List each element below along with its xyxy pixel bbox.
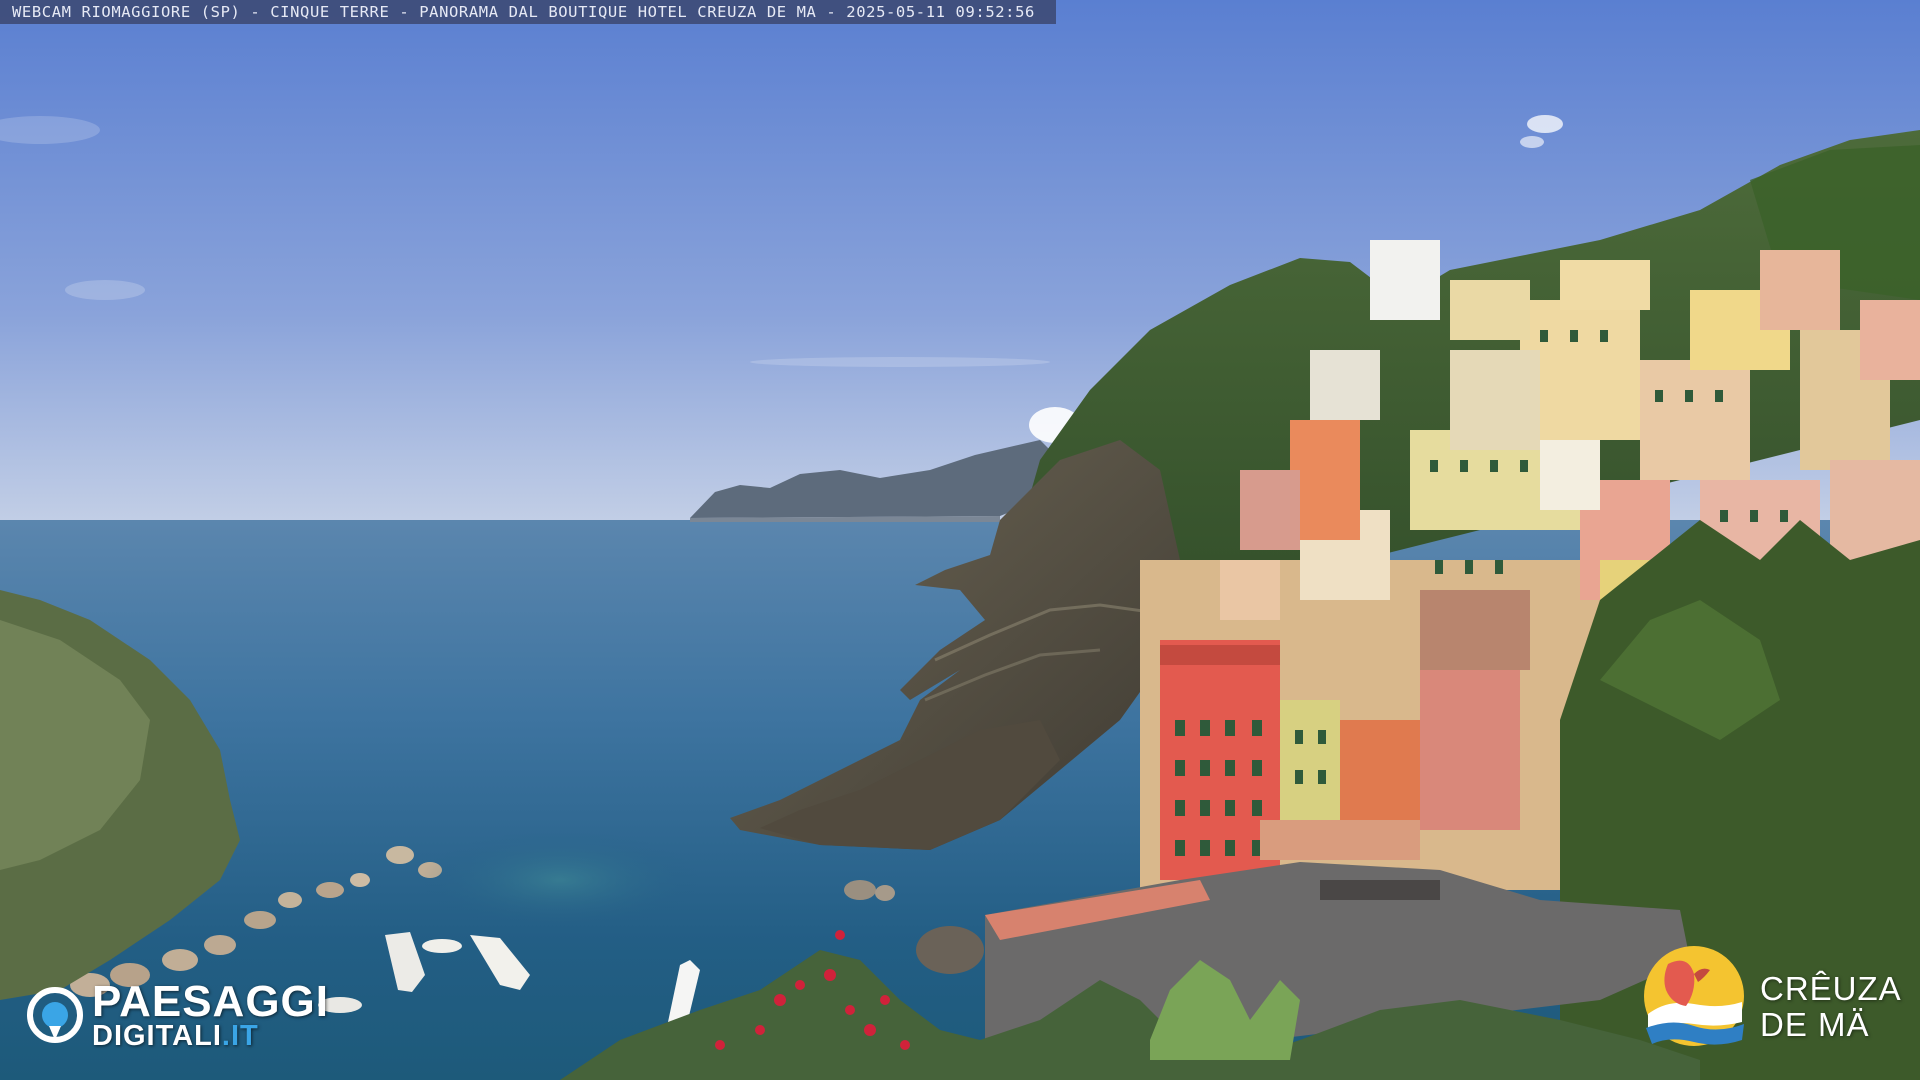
brand-line-2-main: DIGITALI	[92, 1020, 222, 1052]
brand-line-1: PAESAGGI	[92, 977, 330, 1026]
cloud	[1520, 136, 1544, 148]
webcam-scene	[0, 0, 1920, 1080]
creuza-de-ma-logo: CRÊUZA DE MÄ	[1638, 944, 1901, 1060]
brand-right-line-1: CRÊUZA	[1760, 970, 1902, 1007]
cloud	[750, 357, 1050, 367]
brand-line-2: DIGITALI.IT	[92, 1020, 259, 1052]
brand-right-line-2: DE MÄ	[1760, 1006, 1870, 1043]
webcam-caption: WEBCAM RIOMAGGIORE (SP) - CINQUE TERRE -…	[0, 0, 1056, 24]
brand-line-2-tld: .IT	[221, 1020, 259, 1052]
cloud	[65, 280, 145, 300]
paesaggi-digitali-logo: PAESAGGI DIGITALI.IT	[26, 978, 346, 1054]
cloud	[1527, 115, 1563, 133]
webcam-frame: WEBCAM RIOMAGGIORE (SP) - CINQUE TERRE -…	[0, 0, 1920, 1080]
bird-emblem-icon	[1644, 946, 1744, 1046]
location-pin-icon	[27, 987, 83, 1043]
